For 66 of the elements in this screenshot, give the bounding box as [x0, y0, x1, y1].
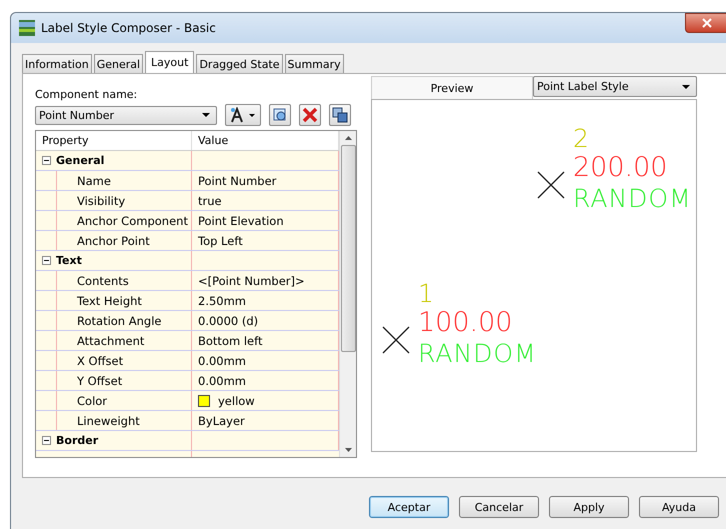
point-elevation: 200.00	[573, 152, 668, 183]
tab[interactable]: Summary	[284, 54, 344, 73]
property-name: Visibility	[56, 191, 192, 210]
group-header[interactable]: General	[56, 151, 192, 170]
property-name: Anchor Component	[56, 211, 192, 230]
tab[interactable]: Information	[22, 54, 92, 73]
dialog-button[interactable]: Ayuda	[639, 496, 719, 518]
component-name-label: Component name:	[35, 88, 138, 102]
property-name: Y Offset	[56, 371, 192, 390]
caret-icon	[202, 113, 210, 117]
property-value[interactable]: ByLayer	[198, 414, 245, 428]
close-button[interactable]	[685, 13, 726, 33]
property-value[interactable]: Top Left	[198, 234, 243, 248]
copy-component-button[interactable]	[269, 104, 291, 126]
property-name: X Offset	[56, 351, 192, 370]
property-value[interactable]: 0.0000 (d)	[198, 314, 258, 328]
copy-icon	[272, 107, 288, 123]
point-elevation: 100.00	[418, 307, 514, 338]
property-name: Attachment	[56, 331, 192, 350]
scrollbar[interactable]	[339, 131, 356, 457]
point-description: RANDOM	[418, 338, 537, 369]
property-name: Lineweight	[56, 411, 192, 430]
scroll-up-icon[interactable]	[344, 136, 352, 140]
point-number: 2	[573, 125, 589, 153]
component-dropdown[interactable]: Point Number	[35, 106, 217, 124]
scroll-down-icon[interactable]	[344, 448, 352, 452]
property-name: Name	[56, 171, 192, 190]
property-value[interactable]: yellow	[218, 394, 255, 408]
property-name: Text Height	[56, 291, 192, 310]
draw-order-button[interactable]	[329, 104, 351, 126]
layers-icon	[332, 107, 348, 123]
property-value[interactable]: Point Number	[198, 174, 276, 188]
point-marker	[537, 170, 565, 198]
property-name: Anchor Point	[56, 231, 192, 250]
property-value[interactable]: 2.50mm	[198, 294, 246, 308]
point-marker	[382, 326, 410, 354]
tab[interactable]: General	[94, 54, 144, 73]
landscape-icon	[19, 20, 35, 36]
property-value[interactable]: 0.00mm	[198, 374, 246, 388]
property-value[interactable]: Point Elevation	[198, 214, 284, 228]
text-style-button[interactable]	[225, 104, 261, 126]
close-icon	[702, 18, 712, 28]
group-header[interactable]: Text	[56, 251, 192, 270]
delete-icon	[302, 107, 318, 123]
property-name: Color	[56, 391, 192, 410]
property-value[interactable]: true	[198, 194, 222, 208]
delete-button[interactable]	[299, 104, 321, 126]
property-value[interactable]: 0.00mm	[198, 354, 246, 368]
group-header[interactable]: Border	[56, 431, 192, 450]
dialog-button[interactable]: Aceptar	[369, 496, 449, 518]
dialog-button[interactable]: Cancelar	[459, 496, 539, 518]
caret-icon	[682, 84, 690, 88]
point-description: RANDOM	[573, 183, 692, 214]
window-title: Label Style Composer - Basic	[41, 21, 217, 35]
tab[interactable]: Layout	[145, 51, 194, 73]
dialog-button[interactable]: Apply	[549, 496, 629, 518]
property-value[interactable]: <[Point Number]>	[198, 274, 305, 288]
property-name: Contents	[56, 271, 192, 290]
style-dropdown[interactable]: Point Label Style	[533, 76, 697, 97]
property-name: Rotation Angle	[56, 311, 192, 330]
property-value[interactable]: Bottom left	[198, 334, 262, 348]
tab[interactable]: Dragged State	[196, 54, 283, 73]
point-number: 1	[418, 280, 434, 308]
preview-label: Preview	[371, 76, 533, 99]
column-header[interactable]: Property	[36, 131, 192, 150]
text-style-icon	[229, 107, 257, 123]
